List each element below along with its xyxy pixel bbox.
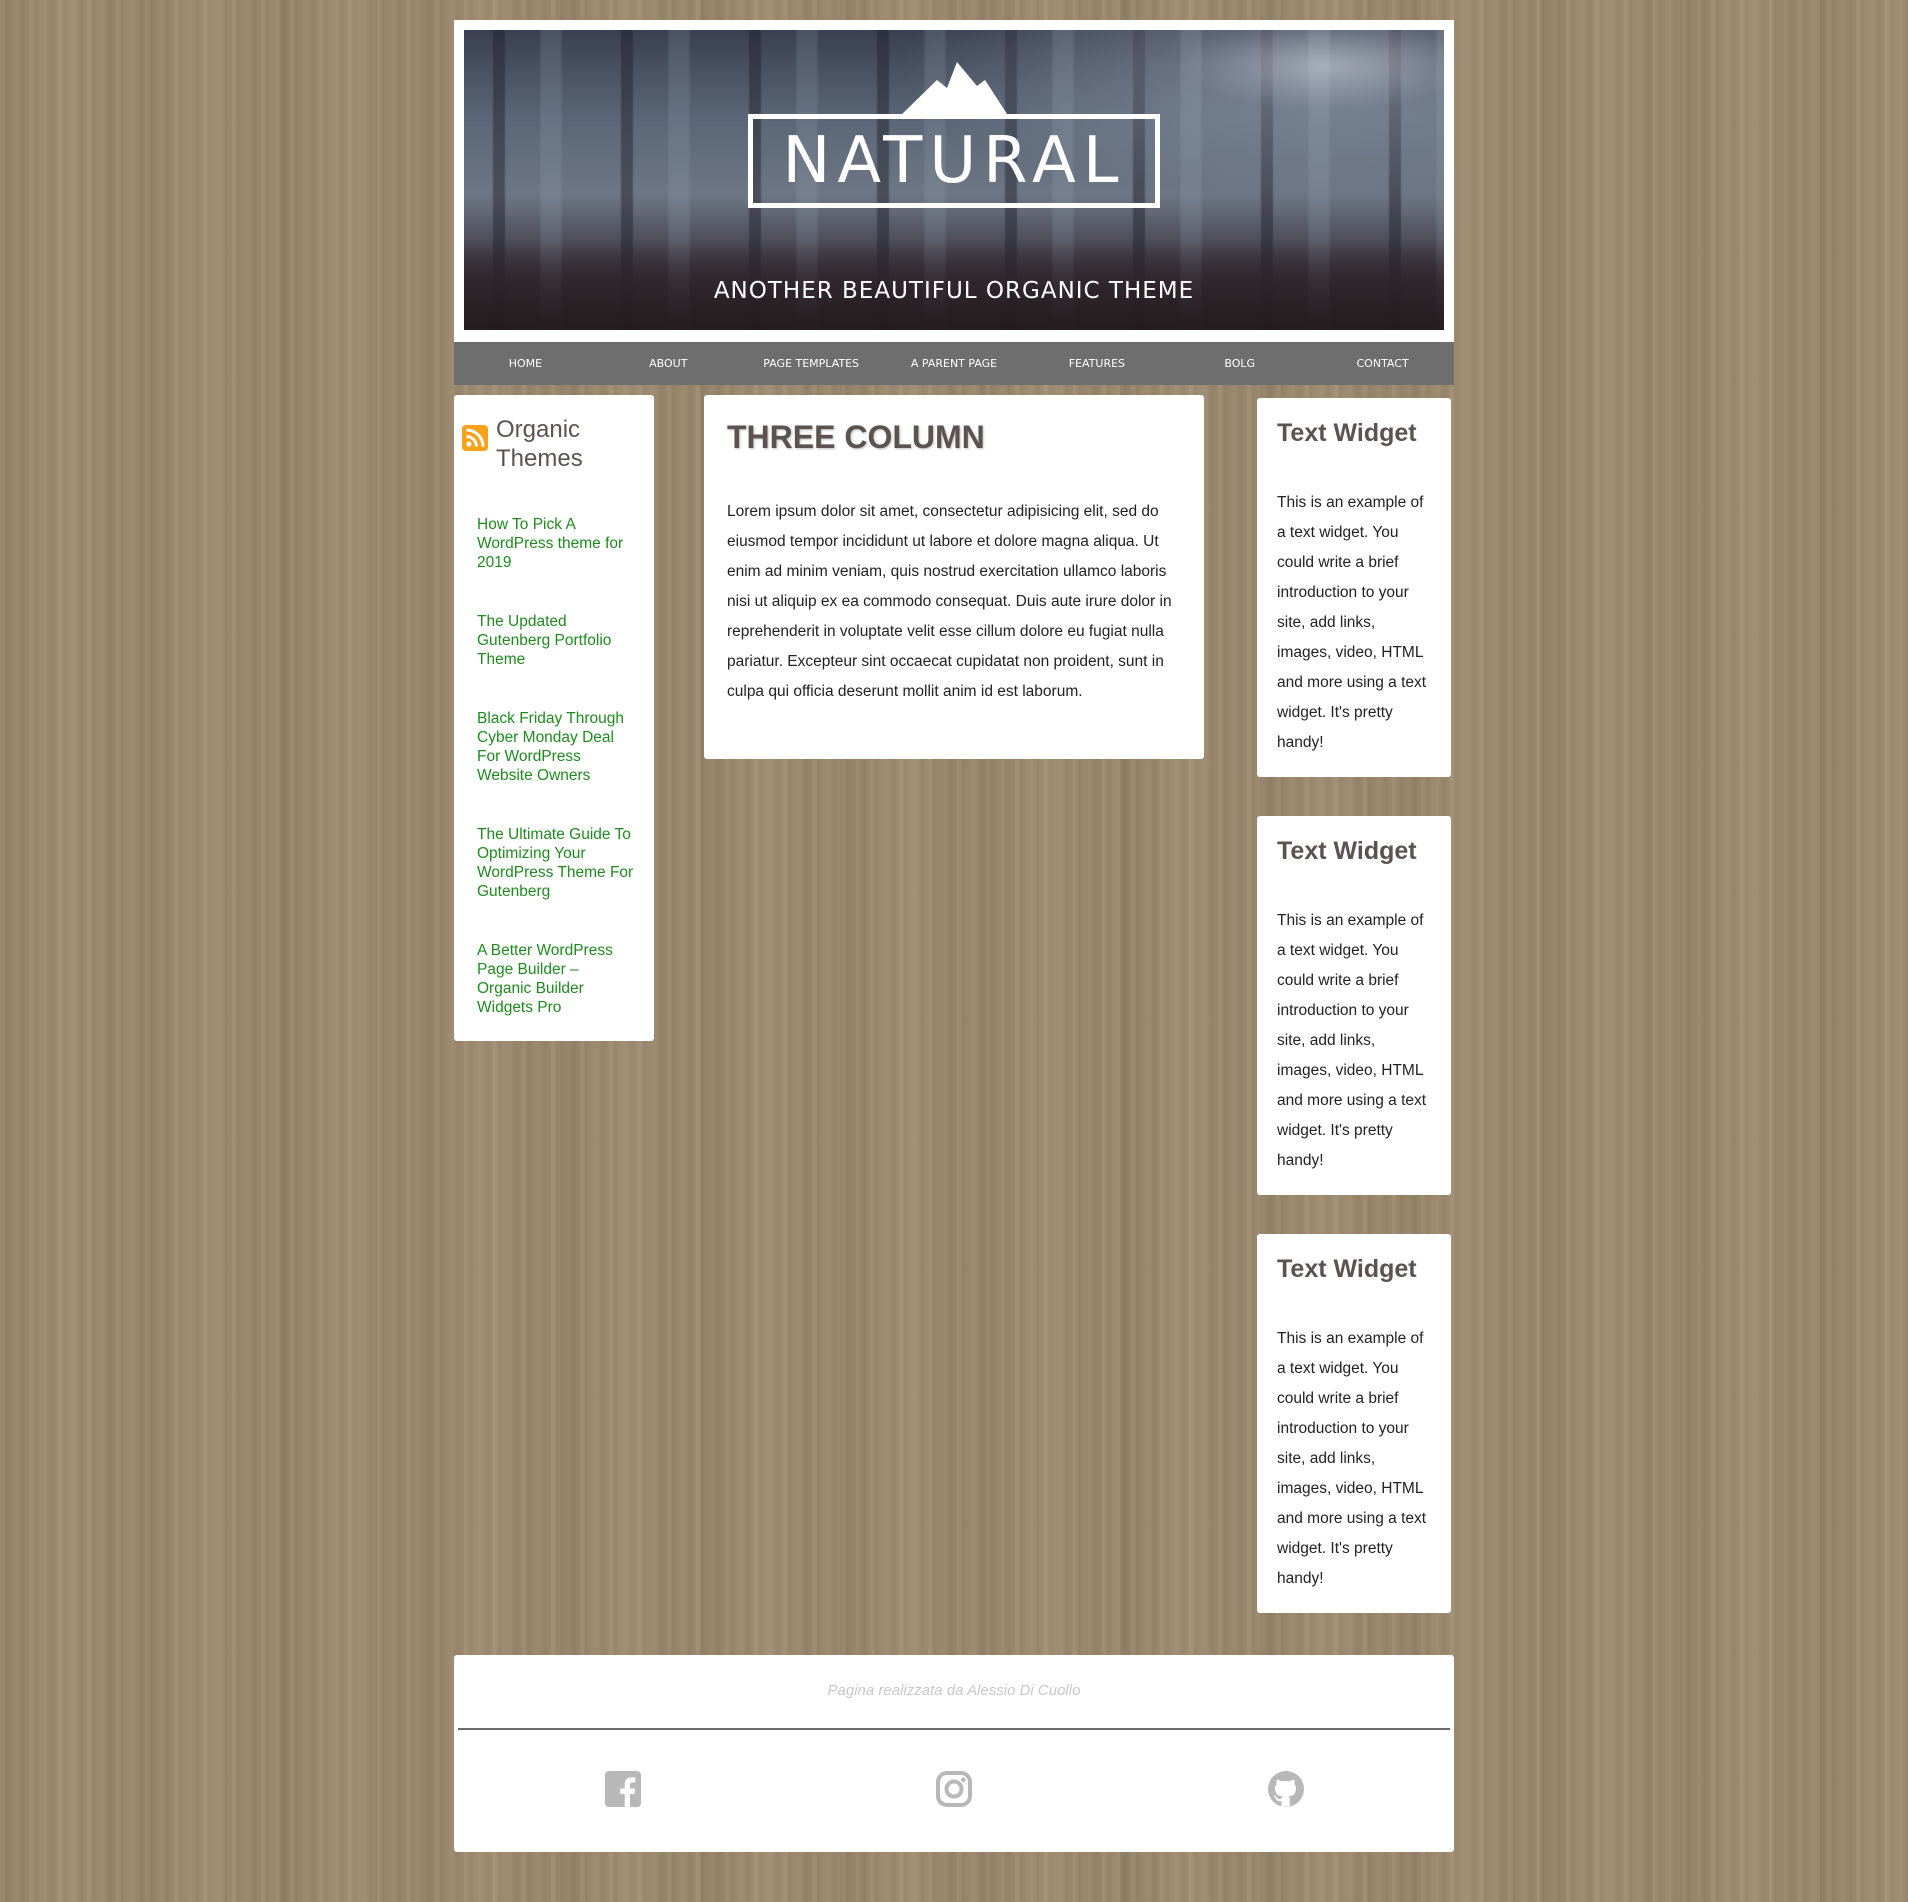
rss-widget-header: Organic Themes [462, 415, 626, 473]
nav-item-contact[interactable]: CONTACT [1311, 342, 1454, 385]
page-body-text: Lorem ipsum dolor sit amet, consectetur … [727, 503, 1172, 700]
nav-item-page-templates[interactable]: PAGE TEMPLATES [740, 342, 883, 385]
rss-link[interactable]: The Ultimate Guide To Optimizing Your Wo… [477, 825, 637, 901]
instagram-icon[interactable] [935, 1770, 973, 1808]
nav-item-bolg[interactable]: BOLG [1168, 342, 1311, 385]
logo-text: NATURAL [782, 124, 1126, 198]
nav-item-features[interactable]: FEATURES [1025, 342, 1168, 385]
text-widget-title: Text Widget [1277, 1255, 1417, 1283]
github-icon[interactable] [1267, 1770, 1305, 1808]
text-widget-body: This is an example of a text widget. You… [1277, 494, 1427, 751]
mountain-icon [899, 62, 1009, 117]
text-widget-body: This is an example of a text widget. You… [1277, 912, 1427, 1169]
main-content-card: THREE COLUMN Lorem ipsum dolor sit amet,… [704, 395, 1204, 759]
site-header: NATURAL ANOTHER BEAUTIFUL ORGANIC THEME [454, 20, 1454, 342]
text-widget-title: Text Widget [1277, 837, 1417, 865]
footer-divider [458, 1728, 1450, 1730]
site-tagline: ANOTHER BEAUTIFUL ORGANIC THEME [713, 278, 1195, 304]
rss-link[interactable]: The Updated Gutenberg Portfolio Theme [477, 612, 637, 669]
text-widget: Text Widget This is an example of a text… [1257, 816, 1451, 1195]
site-footer: Pagina realizzata da Alessio Di Cuollo [454, 1655, 1454, 1852]
nav-item-home[interactable]: HOME [454, 342, 597, 385]
rss-link[interactable]: A Better WordPress Page Builder – Organi… [477, 941, 637, 1017]
left-sidebar-rss-widget: Organic Themes How To Pick A WordPress t… [454, 395, 654, 1041]
rss-link-list: How To Pick A WordPress theme for 2019 T… [477, 515, 637, 1057]
page-title: THREE COLUMN [727, 419, 985, 455]
nav-item-about[interactable]: ABOUT [597, 342, 740, 385]
facebook-icon[interactable] [604, 1770, 642, 1808]
text-widget-title: Text Widget [1277, 419, 1417, 447]
rss-link[interactable]: How To Pick A WordPress theme for 2019 [477, 515, 637, 572]
rss-link[interactable]: Black Friday Through Cyber Monday Deal F… [477, 709, 637, 785]
footer-credit: Pagina realizzata da Alessio Di Cuollo [827, 1682, 1081, 1699]
text-widget-body: This is an example of a text widget. You… [1277, 1330, 1427, 1587]
text-widget: Text Widget This is an example of a text… [1257, 398, 1451, 777]
nav-item-a-parent-page[interactable]: A PARENT PAGE [883, 342, 1026, 385]
text-widget: Text Widget This is an example of a text… [1257, 1234, 1451, 1613]
site-logo[interactable]: NATURAL [748, 114, 1160, 208]
header-banner-image: NATURAL ANOTHER BEAUTIFUL ORGANIC THEME [464, 30, 1444, 330]
rss-widget-title[interactable]: Organic Themes [496, 415, 626, 473]
main-navigation: HOME ABOUT PAGE TEMPLATES A PARENT PAGE … [454, 342, 1454, 385]
rss-icon[interactable] [462, 425, 488, 451]
